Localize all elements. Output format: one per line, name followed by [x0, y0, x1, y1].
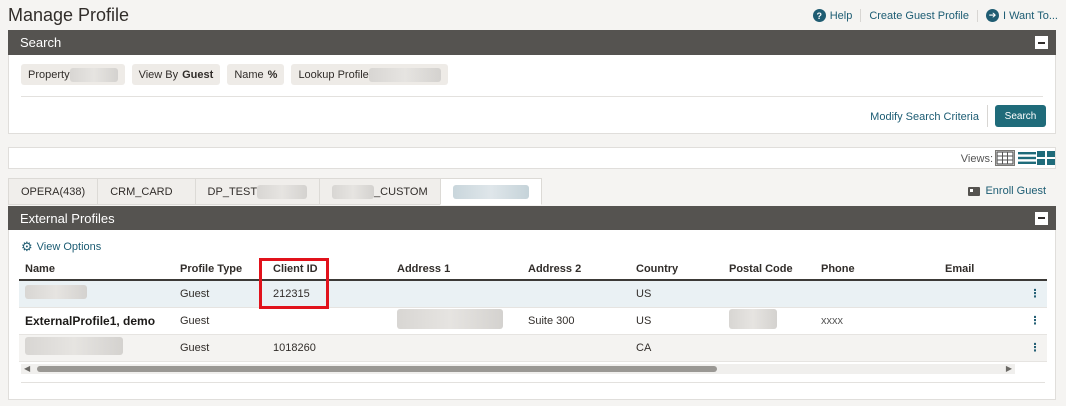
name-filter-chip[interactable]: Name % [227, 64, 285, 85]
page-title: Manage Profile [8, 5, 130, 25]
modify-search-criteria-link[interactable]: Modify Search Criteria [870, 111, 979, 123]
redacted-value [729, 309, 777, 329]
name-cell: ExternalProfile1, demo [19, 307, 174, 335]
table-header-row: Name Profile Type Client ID Address 1 Ad… [19, 258, 1047, 281]
divider [21, 96, 1043, 97]
row-actions-kebab-icon[interactable]: ⋮ [1023, 307, 1047, 335]
column-header[interactable]: Profile Type [174, 258, 267, 281]
views-bar: Views: [8, 147, 1056, 169]
redacted-value [368, 67, 441, 82]
search-button[interactable]: Search [995, 105, 1046, 127]
column-header[interactable]: Address 1 [391, 258, 522, 281]
views-label: Views: [960, 153, 993, 165]
phone-cell: xxxx [815, 307, 939, 335]
table-view-icon[interactable] [995, 150, 1015, 166]
collapse-search-icon[interactable] [1035, 36, 1048, 49]
tab-custom[interactable]: _CUSTOM [319, 178, 440, 205]
external-profiles-header: External Profiles [8, 206, 1056, 230]
country-cell: US [630, 307, 723, 335]
scrollbar-thumb[interactable] [37, 366, 717, 372]
redacted-value [397, 309, 503, 329]
id-card-icon [968, 186, 981, 196]
redacted-value [452, 184, 529, 199]
address2-cell: Suite 300 [522, 307, 630, 335]
redacted-value [257, 184, 308, 199]
row-actions-kebab-icon[interactable]: ⋮ [1023, 334, 1047, 362]
external-profiles-title: External Profiles [20, 210, 115, 226]
enroll-guest-link[interactable]: Enroll Guest [968, 185, 1046, 197]
external-profiles-table: Name Profile Type Client ID Address 1 Ad… [19, 258, 1047, 362]
scroll-right-icon[interactable]: ▶ [1006, 364, 1012, 374]
profile-type-cell: Guest [174, 334, 267, 362]
arrow-circle-right-icon: ➔ [985, 9, 999, 22]
profile-type-cell: Guest [174, 307, 267, 335]
create-guest-profile-link[interactable]: Create Guest Profile [861, 9, 978, 22]
divider [987, 105, 988, 127]
column-header[interactable]: Country [630, 258, 723, 281]
tab-dp-test[interactable]: DP_TEST [194, 178, 320, 205]
column-header[interactable]: Postal Code [723, 258, 815, 281]
tab-opera[interactable]: OPERA(438) [8, 178, 98, 205]
country-cell: CA [630, 334, 723, 362]
list-view-icon[interactable] [1017, 150, 1037, 166]
lookup-profile-filter-chip[interactable]: Lookup Profile [291, 64, 448, 85]
view-by-filter-chip[interactable]: View By Guest [131, 64, 221, 85]
external-profiles-body: ⚙ View Options Name Profile Type Client … [8, 230, 1056, 400]
column-header[interactable]: Name [19, 258, 174, 281]
scroll-left-icon[interactable]: ◀ [24, 364, 30, 374]
tab-active[interactable] [439, 178, 542, 205]
tile-view-icon[interactable] [1036, 150, 1056, 166]
divider [21, 382, 1045, 383]
horizontal-scrollbar[interactable]: ◀ ▶ [21, 364, 1015, 374]
redacted-value [25, 337, 123, 355]
search-panel-body: Property View By Guest Name % Lookup Pro… [8, 55, 1056, 134]
profile-source-tabs: OPERA(438) CRM_CARD DP_TEST _CUSTOM [8, 178, 542, 205]
column-header[interactable]: Phone [815, 258, 939, 281]
redacted-value [332, 184, 375, 199]
column-header[interactable]: Email [939, 258, 1023, 281]
collapse-external-profiles-icon[interactable] [1035, 211, 1048, 225]
client-id-highlight-box [259, 258, 329, 309]
gear-icon: ⚙ [21, 239, 33, 254]
row-actions-kebab-icon[interactable]: ⋮ [1023, 280, 1047, 308]
redacted-value [25, 285, 87, 300]
view-options-link[interactable]: ⚙ View Options [21, 240, 101, 253]
column-header[interactable]: Address 2 [522, 258, 630, 281]
client-id-cell: 1018260 [267, 334, 391, 362]
profile-type-cell: Guest [174, 280, 267, 308]
search-panel-header: Search [8, 30, 1056, 55]
table-row[interactable]: Guest 212315 US ⋮ [19, 280, 1047, 308]
question-circle-icon: ? [812, 9, 826, 22]
i-want-to-link[interactable]: ➔ I Want To... [978, 9, 1058, 22]
property-filter-chip[interactable]: Property [21, 64, 125, 85]
tab-crm-card[interactable]: CRM_CARD [97, 178, 195, 205]
top-actions: ? Help Create Guest Profile ➔ I Want To.… [805, 9, 1058, 22]
table-row[interactable]: Guest 1018260 CA ⋮ [19, 334, 1047, 362]
help-link[interactable]: ? Help [805, 9, 862, 22]
table-row[interactable]: ExternalProfile1, demo Guest Suite 300 U… [19, 307, 1047, 335]
search-panel-title: Search [20, 35, 62, 50]
country-cell: US [630, 280, 723, 308]
redacted-value [69, 67, 118, 82]
